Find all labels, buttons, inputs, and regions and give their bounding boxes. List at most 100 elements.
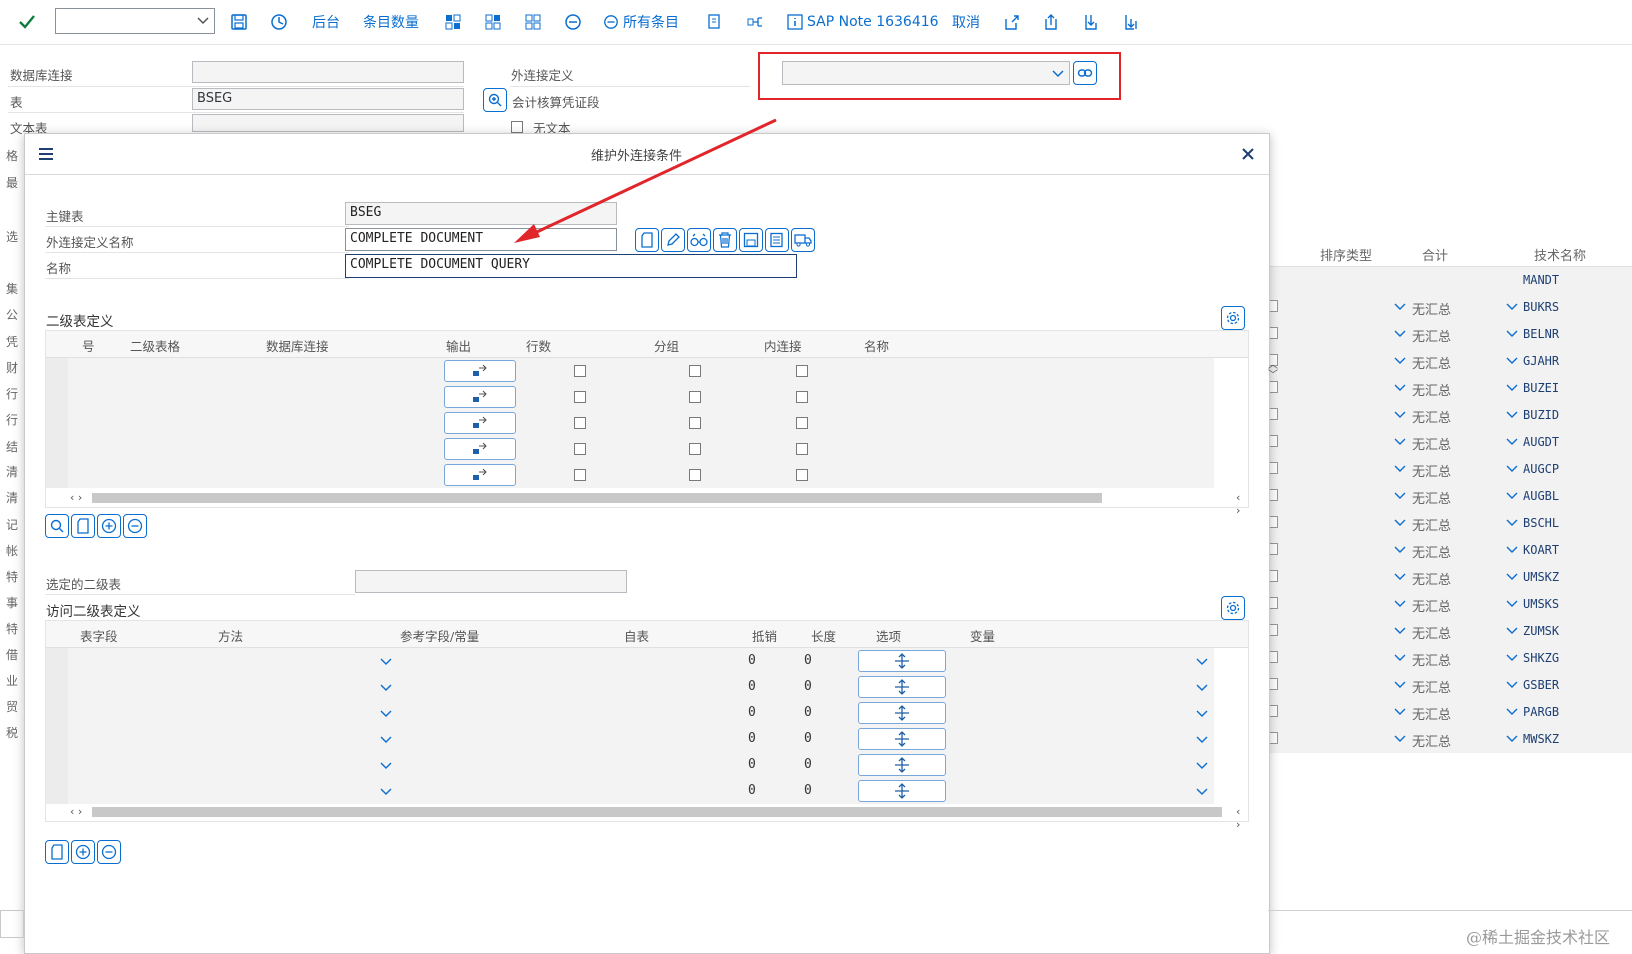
bg-table-row[interactable]: 无汇总 PARGB [1268,699,1632,727]
bg-table-row[interactable]: 无汇总 BSCHL [1268,510,1632,538]
text-table-field[interactable] [192,114,464,132]
inner-join-checkbox[interactable] [796,417,808,429]
chevron-down-icon[interactable] [380,785,392,797]
group-checkbox[interactable] [689,469,701,481]
row-count-checkbox[interactable] [574,443,586,455]
offset-cell[interactable]: 0 [748,679,756,694]
chevron-down-icon[interactable] [1506,570,1518,582]
row-count-checkbox[interactable] [574,417,586,429]
chevron-down-icon[interactable] [1506,408,1518,420]
bg-table-row[interactable]: 无汇总 UMSKS [1268,591,1632,619]
bg-table-row[interactable]: 无汇总 AUGDT [1268,429,1632,457]
output-button[interactable] [444,464,516,486]
row-selector[interactable] [46,674,68,700]
access-row[interactable]: 00 [46,726,1214,753]
options-button[interactable] [858,728,946,750]
row-count-checkbox[interactable] [574,365,586,377]
offset-cell[interactable]: 0 [748,783,756,798]
horizontal-scrollbar[interactable] [92,493,1102,503]
remove-access-row-button[interactable] [97,840,121,864]
chevron-down-icon[interactable] [1506,651,1518,663]
cancel-button[interactable]: 取消 [952,8,980,36]
chevron-down-icon[interactable] [380,759,392,771]
options-button[interactable] [858,754,946,776]
select-grid-icon[interactable] [484,8,502,36]
deselect-grid-icon[interactable] [524,8,542,36]
add-access-row-button[interactable] [71,840,95,864]
offset-cell[interactable]: 0 [748,653,756,668]
import-icon[interactable] [1083,8,1101,36]
minus-circle-icon[interactable] [564,8,582,36]
chevron-down-icon[interactable] [1506,462,1518,474]
access-grid-settings-button[interactable] [1221,596,1245,620]
chevron-down-icon[interactable] [1196,655,1208,667]
print-icon[interactable] [706,8,724,36]
clock-icon[interactable] [270,8,288,36]
chevron-down-icon[interactable] [1506,300,1518,312]
row-selector[interactable] [46,384,68,410]
group-checkbox[interactable] [689,443,701,455]
remove-row-button[interactable] [123,514,147,538]
chevron-down-icon[interactable] [1394,327,1406,339]
chevron-down-icon[interactable] [1394,732,1406,744]
row-selector[interactable] [46,726,68,752]
chevron-down-icon[interactable] [1506,597,1518,609]
bg-table-row[interactable]: 无汇总 UMSKZ [1268,564,1632,592]
chevron-down-icon[interactable] [1394,624,1406,636]
secondary-table-row[interactable] [46,462,1214,489]
inner-join-checkbox[interactable] [796,365,808,377]
bg-table-row[interactable]: 无汇总 ZUMSK [1268,618,1632,646]
output-button[interactable] [444,438,516,460]
row-selector[interactable] [46,778,68,804]
maintain-outer-join-button[interactable] [1073,61,1097,85]
chevron-down-icon[interactable] [1394,705,1406,717]
inner-join-checkbox[interactable] [796,469,808,481]
row-count-checkbox[interactable] [574,469,586,481]
bg-table-row[interactable]: 无汇总 MWSKZ [1268,726,1632,754]
chevron-down-icon[interactable] [1394,462,1406,474]
bg-table-row[interactable]: 无汇总 BELNR [1268,321,1632,349]
chevron-down-icon[interactable] [1394,543,1406,555]
bg-table-row[interactable]: 无汇总 BUZEI [1268,375,1632,403]
selected-secondary-field[interactable] [355,570,627,593]
chevron-down-icon[interactable] [1394,489,1406,501]
chevron-down-icon[interactable] [1196,785,1208,797]
scroll-left-right-icon[interactable]: ‹ › [70,491,82,504]
chevron-down-icon[interactable] [1196,733,1208,745]
group-checkbox[interactable] [689,391,701,403]
hamburger-menu-icon[interactable] [37,146,55,162]
chevron-down-icon[interactable] [1506,732,1518,744]
upload-icon[interactable] [1043,8,1061,36]
inner-join-checkbox[interactable] [796,391,808,403]
group-checkbox[interactable] [689,417,701,429]
group-checkbox[interactable] [689,365,701,377]
add-row-button[interactable] [97,514,121,538]
chevron-down-icon[interactable] [1506,381,1518,393]
output-button[interactable] [444,412,516,434]
relation-icon[interactable] [746,8,764,36]
chevron-down-icon[interactable] [1394,435,1406,447]
length-cell[interactable]: 0 [804,783,812,798]
chevron-down-icon[interactable] [1196,681,1208,693]
close-icon[interactable] [1240,146,1256,162]
options-button[interactable] [858,650,946,672]
bg-table-row[interactable]: 无汇总 KOART [1268,537,1632,565]
scroll-left-right-icon[interactable]: ‹ › [70,805,82,818]
output-button[interactable] [444,386,516,408]
chevron-down-icon[interactable] [1506,489,1518,501]
chevron-down-icon[interactable] [1506,624,1518,636]
check-icon[interactable] [18,8,36,36]
offset-cell[interactable]: 0 [748,757,756,772]
chevron-down-icon[interactable] [1394,678,1406,690]
bg-table-row[interactable]: MANDT [1268,267,1632,295]
access-row[interactable]: 00 [46,674,1214,701]
secondary-table-row[interactable] [46,384,1214,411]
save-icon[interactable] [230,8,248,36]
row-selector[interactable] [46,752,68,778]
chevron-down-icon[interactable] [196,13,210,27]
scroll-left-right-icon[interactable]: ‹ › [1236,491,1248,517]
chevron-down-icon[interactable] [380,681,392,693]
chevron-down-icon[interactable] [1506,516,1518,528]
row-selector[interactable] [46,358,68,384]
secondary-table-row[interactable] [46,436,1214,463]
